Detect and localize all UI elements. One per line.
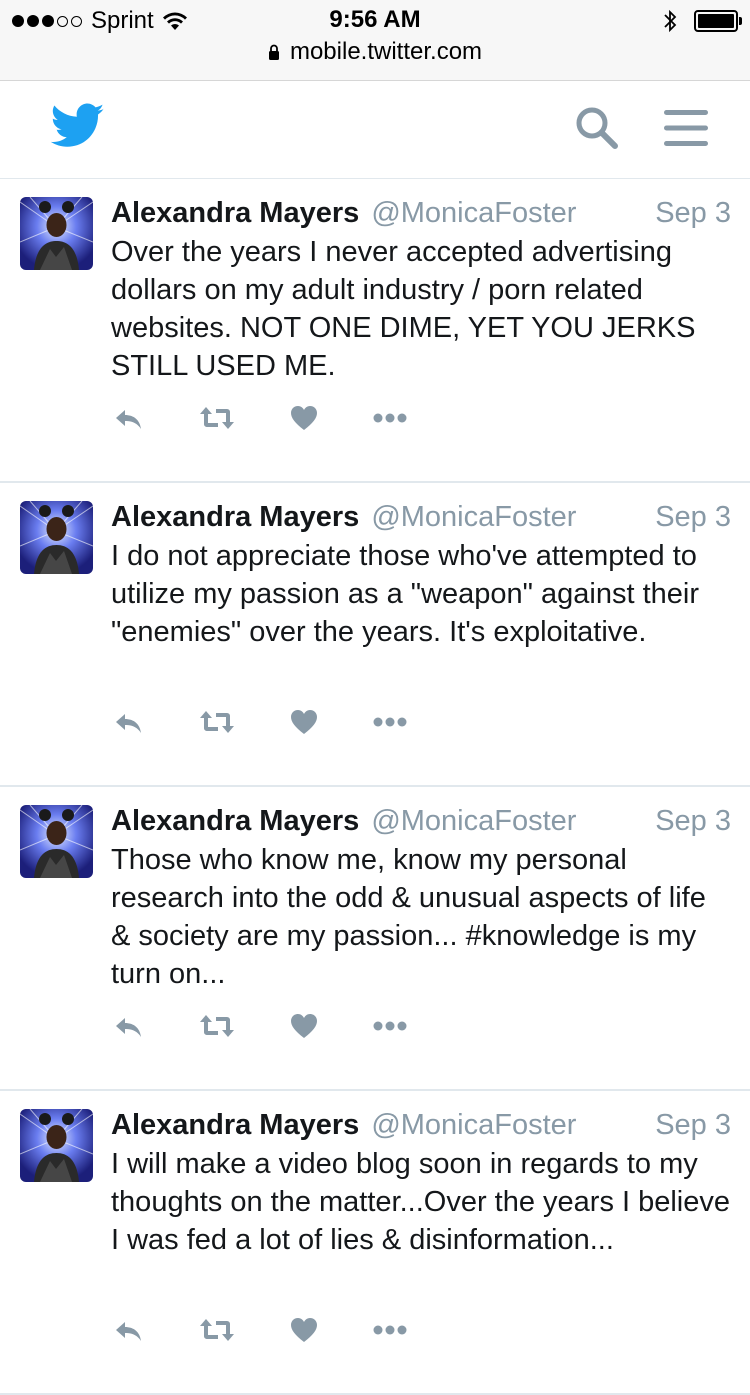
more-icon[interactable] — [372, 707, 408, 737]
tweet-date[interactable]: Sep 3 — [655, 499, 731, 535]
address-bar[interactable]: mobile.twitter.com — [0, 38, 750, 66]
reply-icon[interactable] — [112, 707, 144, 737]
status-bar: Sprint 9:56 AM mobile.twitter.com — [0, 0, 750, 81]
tweet-header: Alexandra Mayers @MonicaFoster Sep 3 — [111, 1107, 731, 1143]
tweet-text: Those who know me, know my personal rese… — [111, 844, 706, 990]
tweet[interactable]: Alexandra Mayers @MonicaFoster Sep 3 Ove… — [0, 179, 750, 483]
reply-icon[interactable] — [112, 1315, 144, 1345]
more-icon[interactable] — [372, 1011, 408, 1041]
tweet-date[interactable]: Sep 3 — [655, 1107, 731, 1143]
avatar[interactable] — [20, 805, 93, 878]
tweet[interactable]: Alexandra Mayers @MonicaFoster Sep 3 I w… — [0, 1091, 750, 1395]
avatar-image — [20, 197, 93, 270]
tweet-author-handle[interactable]: @MonicaFoster — [371, 1109, 576, 1141]
avatar-image — [20, 805, 93, 878]
twitter-bird-icon[interactable] — [51, 103, 105, 149]
app-header — [0, 81, 750, 179]
reply-icon[interactable] — [112, 1011, 144, 1041]
like-icon[interactable] — [290, 403, 318, 433]
tweet-text: I do not appreciate those who've attempt… — [111, 540, 700, 648]
tweet-author-handle[interactable]: @MonicaFoster — [371, 805, 576, 837]
battery-icon — [694, 10, 742, 32]
more-icon[interactable] — [372, 403, 408, 433]
status-icons — [662, 6, 742, 36]
retweet-icon[interactable] — [198, 707, 236, 737]
tweet-author-handle[interactable]: @MonicaFoster — [371, 197, 576, 229]
avatar-image — [20, 1109, 93, 1182]
avatar[interactable] — [20, 1109, 93, 1182]
reply-icon[interactable] — [112, 403, 144, 433]
retweet-icon[interactable] — [198, 1315, 236, 1345]
tweet-author-name[interactable]: Alexandra Mayers — [111, 1109, 359, 1141]
tweet-actions — [112, 1011, 432, 1041]
more-icon[interactable] — [372, 1315, 408, 1345]
tweet-author-handle[interactable]: @MonicaFoster — [371, 501, 576, 533]
like-icon[interactable] — [290, 1315, 318, 1345]
clock: 9:56 AM — [329, 6, 421, 33]
avatar[interactable] — [20, 197, 93, 270]
tweet-date[interactable]: Sep 3 — [655, 803, 731, 839]
lock-icon — [268, 44, 279, 60]
tweet-author-name[interactable]: Alexandra Mayers — [111, 805, 359, 837]
tweet-text: Over the years I never accepted advertis… — [111, 236, 696, 382]
tweet-author-name[interactable]: Alexandra Mayers — [111, 501, 359, 533]
tweet-actions — [112, 403, 432, 433]
tweet-author-name[interactable]: Alexandra Mayers — [111, 197, 359, 229]
avatar-image — [20, 501, 93, 574]
like-icon[interactable] — [290, 707, 318, 737]
url-text: mobile.twitter.com — [289, 38, 483, 65]
avatar[interactable] — [20, 501, 93, 574]
like-icon[interactable] — [290, 1011, 318, 1041]
hamburger-menu-icon[interactable] — [662, 107, 710, 149]
retweet-icon[interactable] — [198, 1011, 236, 1041]
tweet-text: I will make a video blog soon in regards… — [111, 1148, 731, 1256]
tweet-header: Alexandra Mayers @MonicaFoster Sep 3 — [111, 803, 731, 839]
retweet-icon[interactable] — [198, 403, 236, 433]
timeline: Alexandra Mayers @MonicaFoster Sep 3 Ove… — [0, 179, 750, 1395]
tweet-actions — [112, 707, 432, 737]
tweet[interactable]: Alexandra Mayers @MonicaFoster Sep 3 Tho… — [0, 787, 750, 1091]
tweet-actions — [112, 1315, 432, 1345]
bluetooth-icon — [664, 9, 677, 33]
tweet[interactable]: Alexandra Mayers @MonicaFoster Sep 3 I d… — [0, 483, 750, 787]
tweet-date[interactable]: Sep 3 — [655, 195, 731, 231]
search-icon[interactable] — [574, 105, 620, 151]
tweet-header: Alexandra Mayers @MonicaFoster Sep 3 — [111, 195, 731, 231]
tweet-header: Alexandra Mayers @MonicaFoster Sep 3 — [111, 499, 731, 535]
